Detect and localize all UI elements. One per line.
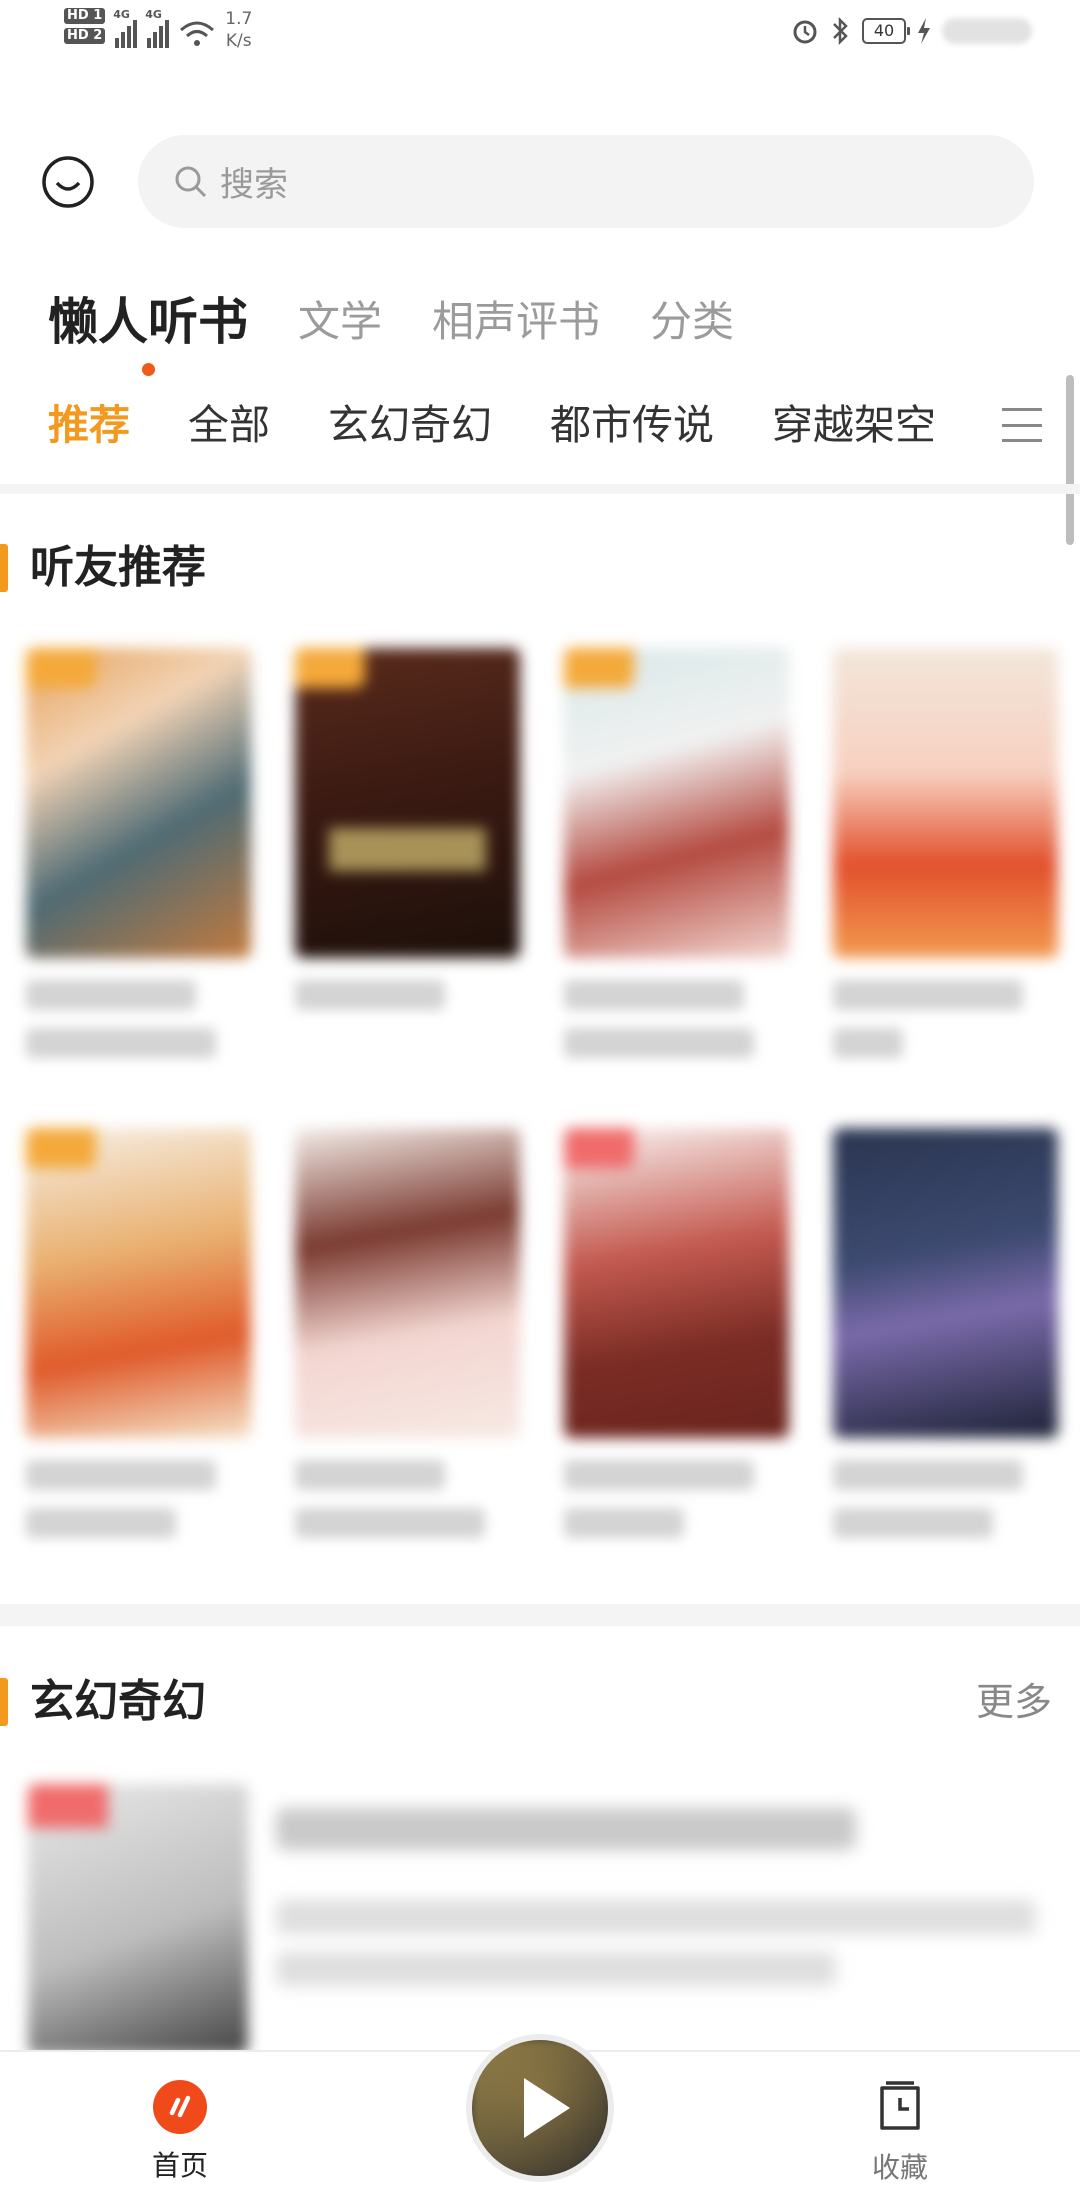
tab-fantasy[interactable]: 玄幻奇幻: [328, 395, 492, 465]
tab-literature[interactable]: 文学: [298, 292, 382, 352]
book-card[interactable]: [295, 648, 520, 1080]
book-card[interactable]: [26, 1128, 251, 1560]
play-icon: [524, 2078, 570, 2138]
nav-home[interactable]: 首页: [130, 2080, 230, 2184]
net-type-label: 4G: [113, 8, 130, 21]
tab-time-travel[interactable]: 穿越架空: [772, 395, 936, 465]
signal-icon: 4G: [145, 8, 170, 48]
book-card[interactable]: [26, 648, 251, 1080]
search-bar[interactable]: 搜索: [138, 135, 1034, 228]
book-cover: [833, 1128, 1058, 1438]
book-cover: [564, 648, 789, 958]
book-card[interactable]: [564, 648, 789, 1080]
section-title: 玄幻奇幻: [30, 1676, 206, 1727]
more-link[interactable]: 更多: [976, 1672, 1052, 1732]
sim1-badge: HD 1: [64, 8, 106, 24]
category-tabs: 推荐 全部 玄幻奇幻 都市传说 穿越架空: [48, 395, 994, 491]
book-card[interactable]: [833, 1128, 1058, 1560]
channel-tabs: 懒人听书 文学 相声评书 分类: [48, 282, 784, 376]
book-card[interactable]: [295, 1128, 520, 1560]
nav-favorites-label: 收藏: [871, 2151, 928, 2184]
menu-icon[interactable]: [1002, 408, 1042, 442]
profile-icon[interactable]: [40, 154, 96, 210]
tab-urban-legend[interactable]: 都市传说: [550, 395, 714, 465]
divider: [0, 1604, 1080, 1626]
book-cover: [564, 1128, 789, 1438]
signal-icon: 4G: [113, 8, 138, 48]
network-speed-unit: K/s: [225, 31, 252, 51]
book-cover: [28, 1784, 248, 2054]
sim-indicators: HD 1 HD 2: [64, 8, 106, 44]
battery-level: 40: [862, 18, 910, 44]
book-title: [276, 1808, 856, 1850]
tab-all[interactable]: 全部: [188, 395, 270, 465]
tab-fade: [945, 390, 1005, 470]
section-header-fantasy: 玄幻奇幻 更多: [0, 1672, 1080, 1732]
clock: [942, 18, 1032, 44]
section-title: 听友推荐: [30, 542, 206, 593]
nav-favorites[interactable]: 收藏: [850, 2080, 950, 2186]
book-grid: [26, 648, 1058, 1560]
now-playing-button[interactable]: [466, 2034, 614, 2182]
nav-home-label: 首页: [151, 2149, 208, 2182]
divider: [0, 484, 1080, 494]
book-cover: [833, 648, 1058, 958]
section-header-recommend: 听友推荐: [0, 538, 1080, 598]
tab-crosstalk[interactable]: 相声评书: [432, 292, 600, 352]
charging-icon: [918, 18, 930, 44]
alarm-icon: [793, 20, 817, 44]
book-cover: [26, 1128, 251, 1438]
tab-categories[interactable]: 分类: [650, 292, 734, 352]
bookmark-clock-icon: [880, 2081, 920, 2130]
bluetooth-icon: [833, 16, 848, 46]
sim2-badge: HD 2: [64, 28, 106, 44]
section-accent-bar: [0, 544, 8, 592]
book-cover: [26, 648, 251, 958]
search-placeholder: 搜索: [220, 165, 288, 205]
home-icon: [153, 2080, 207, 2134]
book-cover: [295, 648, 520, 958]
scrollbar[interactable]: [1066, 375, 1074, 545]
network-speed-value: 1.7: [225, 9, 253, 29]
section-accent-bar: [0, 1678, 8, 1726]
wifi-icon: [180, 21, 215, 46]
search-icon: [175, 166, 207, 197]
book-description: [276, 1952, 836, 1986]
book-cover: [295, 1128, 520, 1438]
tab-lanren-tingshu[interactable]: 懒人听书: [48, 292, 248, 376]
status-bar: HD 1 HD 2 4G 4G 1.7 K/s 40: [0, 0, 1080, 64]
book-card[interactable]: [564, 1128, 789, 1560]
network-speed: 1.7 K/s: [225, 8, 252, 52]
net-type-label: 4G: [145, 8, 162, 21]
book-description: [276, 1900, 1036, 1934]
tab-recommend[interactable]: 推荐: [48, 395, 130, 491]
book-card[interactable]: [833, 648, 1058, 1080]
